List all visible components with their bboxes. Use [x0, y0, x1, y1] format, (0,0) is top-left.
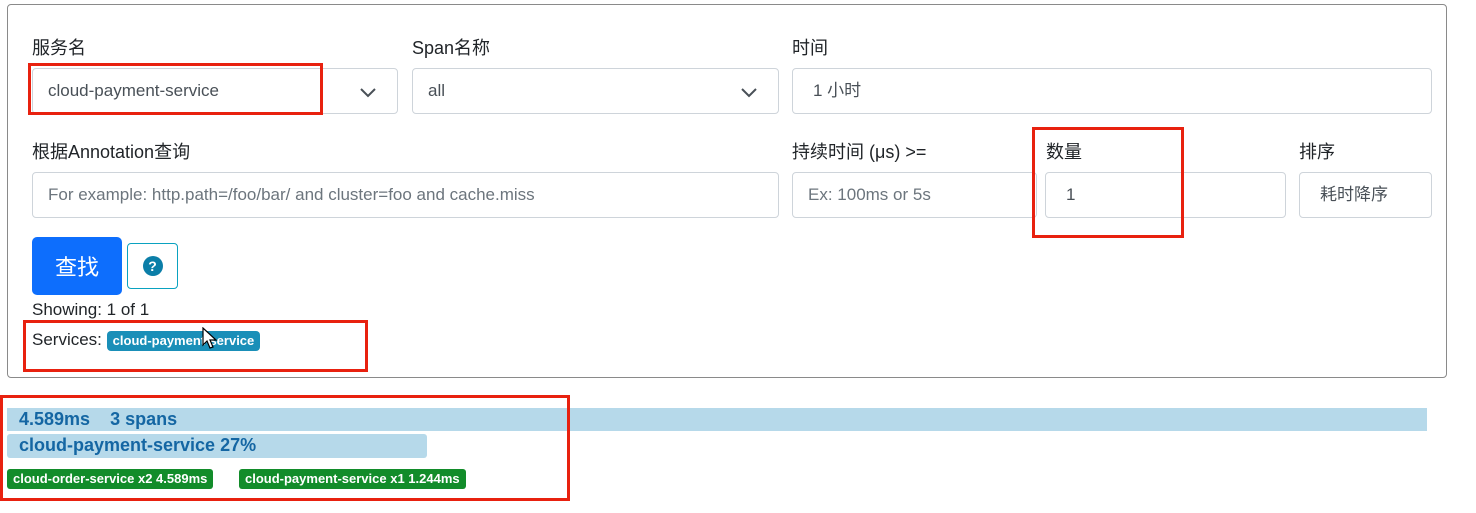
trace-span-count: 3 spans	[110, 409, 178, 429]
duration-input[interactable]	[808, 185, 1036, 205]
service-tag-badge[interactable]: cloud-payment-service x1 1.244ms	[239, 469, 466, 489]
trace-summary: 4.589ms 3 spans	[19, 409, 177, 430]
mouse-cursor-icon	[202, 327, 218, 349]
limit-label: 数量	[1046, 142, 1082, 162]
chevron-down-icon	[360, 88, 376, 98]
help-button[interactable]: ?	[127, 243, 178, 289]
service-tag-badge[interactable]: cloud-order-service x2 4.589ms	[7, 469, 214, 489]
service-name-value: cloud-payment-service	[48, 81, 220, 100]
showing-count: Showing: 1 of 1	[32, 300, 150, 319]
service-percent-text: cloud-payment-service 27%	[19, 435, 257, 455]
service-badge[interactable]: cloud-payment-service	[106, 331, 261, 351]
span-name-value: all	[428, 81, 446, 100]
span-name-select[interactable]: all	[412, 68, 779, 114]
sort-label: 排序	[1299, 142, 1335, 162]
sort-value: 耗时降序	[1320, 185, 1388, 204]
limit-value: 1	[1066, 185, 1076, 204]
time-select[interactable]: 1 小时	[792, 68, 1432, 114]
service-name-label: 服务名	[32, 38, 86, 58]
find-button[interactable]: 查找	[32, 237, 122, 295]
trace-summary-bar[interactable]: 4.589ms 3 spans	[7, 408, 1427, 431]
duration-label: 持续时间 (μs) >=	[792, 142, 927, 162]
services-label: Services:	[32, 330, 102, 349]
duration-field[interactable]	[792, 172, 1037, 218]
services-row: Services: cloud-payment-service	[32, 330, 261, 351]
question-circle-icon: ?	[142, 256, 163, 276]
chevron-down-icon	[741, 88, 757, 98]
service-percent-bar: cloud-payment-service 27%	[7, 434, 427, 458]
service-name-select[interactable]: cloud-payment-service	[32, 68, 398, 114]
limit-field[interactable]: 1	[1045, 172, 1286, 218]
time-value: 1 小时	[813, 81, 862, 100]
sort-select[interactable]: 耗时降序	[1299, 172, 1432, 218]
trace-duration: 4.589ms	[19, 409, 91, 429]
time-label: 时间	[792, 38, 828, 58]
annotation-query-field[interactable]	[32, 172, 779, 218]
annotation-query-label: 根据Annotation查询	[32, 142, 191, 162]
annotation-query-input[interactable]	[48, 185, 778, 205]
span-name-label: Span名称	[412, 38, 491, 58]
